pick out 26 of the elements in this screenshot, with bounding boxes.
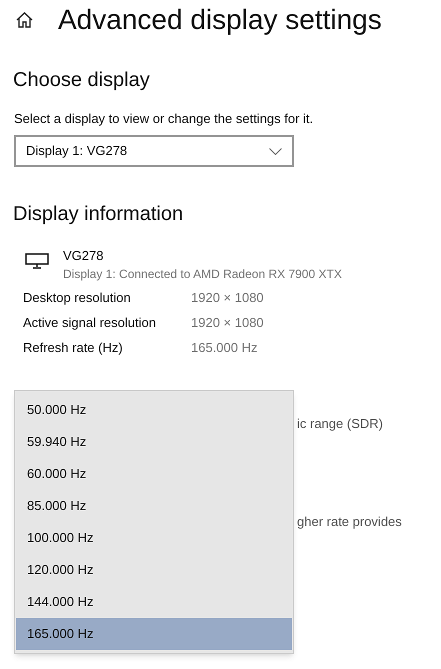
info-label: Refresh rate (Hz) bbox=[23, 339, 124, 357]
display-dropdown[interactable]: Display 1: VG278 bbox=[14, 135, 294, 167]
chevron-down-icon bbox=[269, 148, 282, 154]
menu-option[interactable]: 165.000 Hz bbox=[16, 618, 292, 650]
info-value: 1920 × 1080 bbox=[191, 314, 264, 332]
partial-text: ic range (SDR) bbox=[297, 415, 384, 433]
info-label: Desktop resolution bbox=[23, 289, 132, 307]
monitor-connection: Display 1: Connected to AMD Radeon RX 7900 XTX bbox=[63, 266, 342, 283]
section-heading: Display information bbox=[13, 202, 184, 226]
menu-option[interactable]: 60.000 Hz bbox=[16, 458, 292, 490]
menu-option[interactable]: 59.940 Hz bbox=[16, 426, 292, 458]
info-value: 165.000 Hz bbox=[191, 339, 258, 357]
menu-option[interactable]: 144.000 Hz bbox=[16, 586, 292, 618]
home-icon[interactable] bbox=[15, 10, 34, 28]
menu-option[interactable]: 50.000 Hz bbox=[16, 394, 292, 426]
menu-option[interactable]: 100.000 Hz bbox=[16, 522, 292, 554]
partial-text: gher rate provides bbox=[297, 513, 403, 531]
menu-option[interactable]: 120.000 Hz bbox=[16, 554, 292, 586]
section-heading: Choose display bbox=[13, 68, 150, 92]
page-title: Advanced display settings bbox=[58, 6, 382, 34]
monitor-name: VG278 bbox=[63, 247, 104, 265]
description: Select a display to view or change the settings for it. bbox=[14, 111, 314, 127]
info-value: 1920 × 1080 bbox=[191, 289, 264, 307]
menu-option[interactable]: 85.000 Hz bbox=[16, 490, 292, 522]
monitor-icon bbox=[25, 253, 49, 269]
info-label: Active signal resolution bbox=[23, 314, 157, 332]
